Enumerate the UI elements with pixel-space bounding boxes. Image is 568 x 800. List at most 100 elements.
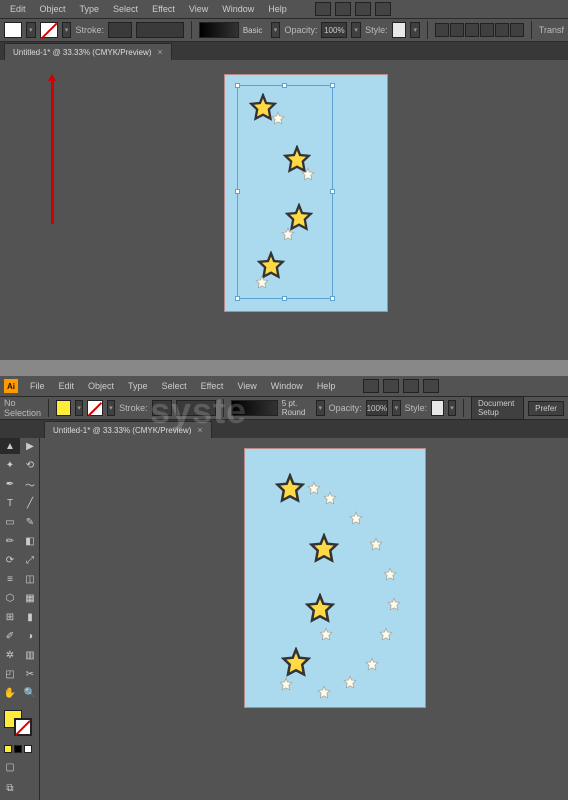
menu-object[interactable]: Object	[34, 2, 72, 16]
fill-swatch[interactable]	[56, 400, 71, 416]
opacity-input[interactable]: 100%	[366, 400, 388, 416]
stroke-dropdown[interactable]: ▾	[62, 22, 72, 38]
none-mode-icon[interactable]	[24, 745, 32, 753]
star-shape-small[interactable]	[323, 491, 337, 505]
scale-tool[interactable]: ⤢	[20, 552, 40, 568]
workspace-icon-2[interactable]	[335, 2, 351, 16]
rotate-tool[interactable]: ⟳	[0, 552, 20, 568]
artboard[interactable]	[224, 74, 388, 312]
align-icon[interactable]	[450, 23, 464, 37]
menu-select[interactable]: Select	[107, 2, 144, 16]
doc-setup-button[interactable]: Document Setup	[471, 396, 524, 420]
align-icon[interactable]	[510, 23, 524, 37]
menu-view[interactable]: View	[231, 379, 262, 393]
menu-type[interactable]: Type	[122, 379, 154, 393]
selection-handle[interactable]	[330, 189, 335, 194]
fill-swatch[interactable]	[4, 22, 22, 38]
stroke-weight-input[interactable]	[152, 400, 172, 416]
workspace-icon[interactable]	[363, 379, 379, 393]
pen-tool[interactable]: ✒	[0, 476, 20, 492]
star-shape-small[interactable]	[271, 111, 285, 125]
color-mode-icon[interactable]	[4, 745, 12, 753]
selection-handle[interactable]	[282, 296, 287, 301]
stroke-swatch[interactable]	[87, 400, 102, 416]
star-shape-small[interactable]	[383, 567, 397, 581]
star-shape-small[interactable]	[255, 275, 269, 289]
menu-window[interactable]: Window	[216, 2, 260, 16]
slice-tool[interactable]: ✂	[20, 666, 40, 682]
star-shape-small[interactable]	[365, 657, 379, 671]
hand-tool[interactable]: ✋	[0, 685, 20, 701]
eraser-tool[interactable]: ◧	[20, 533, 40, 549]
zoom-tool[interactable]: 🔍	[20, 685, 40, 701]
stroke-profile[interactable]	[136, 22, 184, 38]
artboard-tool[interactable]: ◰	[0, 666, 20, 682]
star-shape-small[interactable]	[343, 675, 357, 689]
star-shape-small[interactable]	[319, 627, 333, 641]
star-shape-small[interactable]	[279, 677, 293, 691]
stroke-swatch[interactable]	[40, 22, 58, 38]
brush-preview[interactable]	[199, 22, 239, 38]
star-shape-small[interactable]	[307, 481, 321, 495]
blend-tool[interactable]: ◑	[20, 628, 40, 644]
star-shape-small[interactable]	[317, 685, 331, 699]
column-graph-tool[interactable]: ▥	[20, 647, 40, 663]
preferences-button[interactable]: Prefer	[528, 401, 564, 416]
star-shape-small[interactable]	[369, 537, 383, 551]
fill-dropdown[interactable]: ▾	[75, 400, 84, 416]
workspace-icon[interactable]	[315, 2, 331, 16]
star-shape[interactable]	[309, 533, 339, 563]
curvature-tool[interactable]: ～	[20, 476, 40, 492]
gradient-tool[interactable]: ▮	[20, 609, 40, 625]
close-icon[interactable]: ×	[157, 47, 162, 57]
align-icon[interactable]	[465, 23, 479, 37]
menu-help[interactable]: Help	[262, 2, 293, 16]
star-shape-small[interactable]	[301, 167, 315, 181]
opacity-dropdown[interactable]: ▾	[351, 22, 361, 38]
stroke-profile[interactable]	[176, 400, 216, 416]
menu-file[interactable]: File	[24, 379, 51, 393]
selection-handle[interactable]	[330, 83, 335, 88]
star-shape[interactable]	[281, 647, 311, 677]
screen-mode-tool[interactable]: ▢	[0, 758, 20, 776]
paintbrush-tool[interactable]: ✎	[20, 514, 40, 530]
menu-select[interactable]: Select	[156, 379, 193, 393]
canvas-workspace[interactable]	[0, 60, 568, 360]
brush-preview[interactable]	[231, 400, 278, 416]
shape-builder-tool[interactable]: ⬡	[0, 590, 20, 606]
workspace-icon-2[interactable]	[383, 379, 399, 393]
canvas-workspace[interactable]: ▲ ▶ ✦ ⟲ ✒ ～ T ╱ ▭ ✎ ✏ ◧ ⟳ ⤢ ≡ ◫ ⬡ ▦ ⊞ ▮ …	[0, 438, 568, 800]
selection-handle[interactable]	[235, 296, 240, 301]
pencil-tool[interactable]: ✏	[0, 533, 20, 549]
width-tool[interactable]: ≡	[0, 571, 20, 587]
star-shape-small[interactable]	[379, 627, 393, 641]
menu-edit[interactable]: Edit	[53, 379, 81, 393]
star-shape[interactable]	[305, 593, 335, 623]
menu-object[interactable]: Object	[82, 379, 120, 393]
menu-window[interactable]: Window	[265, 379, 309, 393]
selection-handle[interactable]	[282, 83, 287, 88]
direct-selection-tool[interactable]: ▶	[20, 438, 40, 454]
arrange-icon[interactable]	[355, 2, 371, 16]
brush-dropdown[interactable]: ▾	[316, 400, 325, 416]
opacity-dropdown[interactable]: ▾	[392, 400, 401, 416]
style-dropdown[interactable]: ▾	[448, 400, 457, 416]
selection-handle[interactable]	[235, 189, 240, 194]
transform-button[interactable]: Transf	[539, 25, 564, 35]
fill-stroke-control[interactable]	[0, 708, 40, 740]
type-tool[interactable]: T	[0, 495, 20, 511]
align-icon[interactable]	[480, 23, 494, 37]
align-icon[interactable]	[435, 23, 449, 37]
selection-handle[interactable]	[330, 296, 335, 301]
menu-help[interactable]: Help	[311, 379, 342, 393]
color-mode-icon[interactable]	[14, 745, 22, 753]
line-tool[interactable]: ╱	[20, 495, 40, 511]
selection-tool[interactable]: ▲	[0, 438, 20, 454]
opacity-input[interactable]: 100%	[321, 22, 347, 38]
mesh-tool[interactable]: ⊞	[0, 609, 20, 625]
rectangle-tool[interactable]: ▭	[0, 514, 20, 530]
perspective-tool[interactable]: ▦	[20, 590, 40, 606]
eyedropper-tool[interactable]: ✐	[0, 628, 20, 644]
brush-dropdown[interactable]: ▾	[271, 22, 281, 38]
star-shape-small[interactable]	[281, 227, 295, 241]
